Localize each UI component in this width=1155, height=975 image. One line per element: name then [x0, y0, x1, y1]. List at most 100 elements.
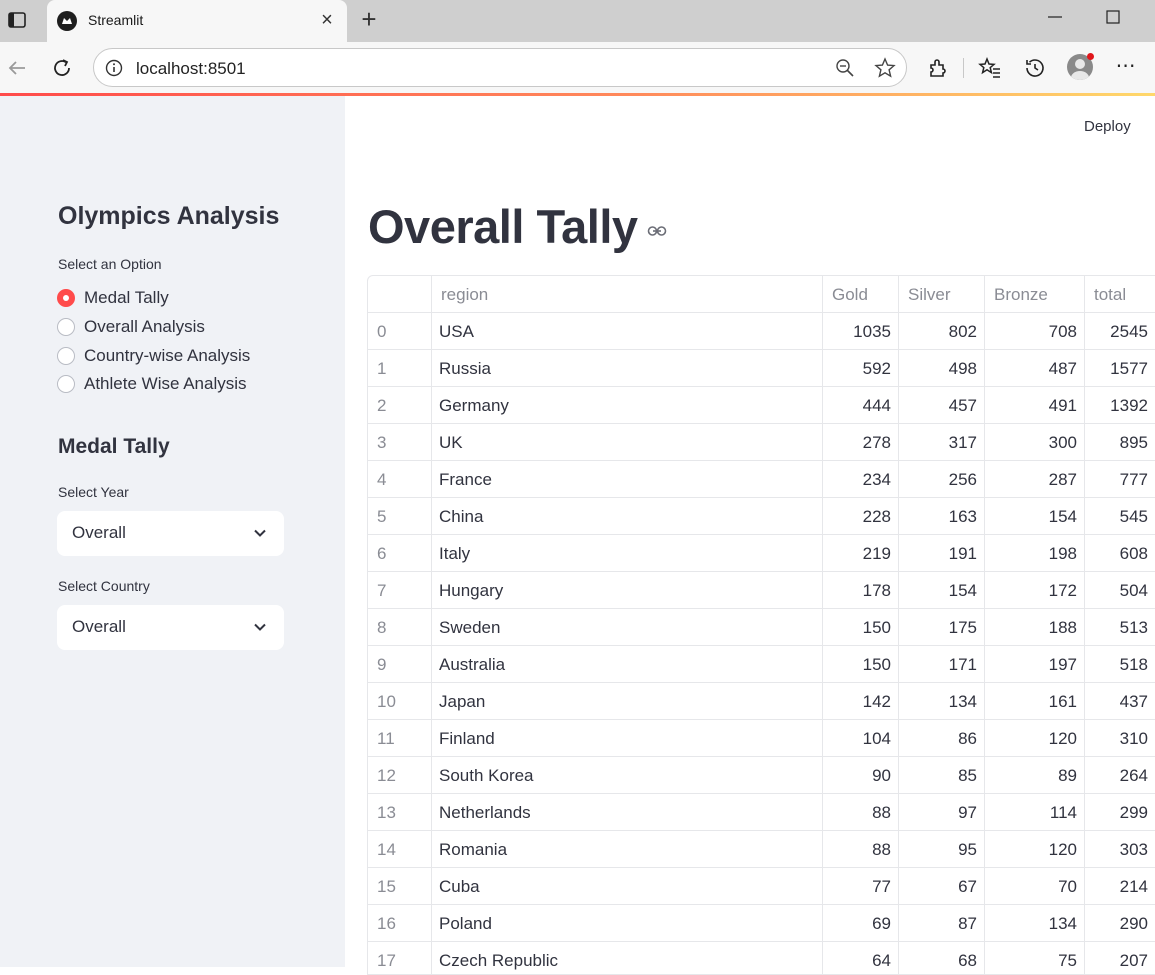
- gold-cell[interactable]: 90: [823, 757, 899, 794]
- gold-cell[interactable]: 64: [823, 942, 899, 974]
- region-cell[interactable]: Romania: [432, 831, 823, 868]
- gold-cell[interactable]: 77: [823, 868, 899, 905]
- silver-cell[interactable]: 87: [899, 905, 985, 942]
- radio-country-wise-analysis[interactable]: Country-wise Analysis: [57, 345, 250, 367]
- gold-cell[interactable]: 88: [823, 831, 899, 868]
- total-cell[interactable]: 504: [1085, 572, 1155, 609]
- row-index[interactable]: 12: [368, 757, 432, 794]
- total-cell[interactable]: 1577: [1085, 350, 1155, 387]
- bronze-cell[interactable]: 188: [985, 609, 1085, 646]
- table-row[interactable]: 2 Germany 444 457 491 1392: [368, 387, 1155, 424]
- region-cell[interactable]: Netherlands: [432, 794, 823, 831]
- region-cell[interactable]: Italy: [432, 535, 823, 572]
- row-index[interactable]: 5: [368, 498, 432, 535]
- region-cell[interactable]: Sweden: [432, 609, 823, 646]
- silver-cell[interactable]: 191: [899, 535, 985, 572]
- total-cell[interactable]: 1392: [1085, 387, 1155, 424]
- gold-cell[interactable]: 178: [823, 572, 899, 609]
- region-cell[interactable]: Germany: [432, 387, 823, 424]
- row-index[interactable]: 4: [368, 461, 432, 498]
- total-cell[interactable]: 290: [1085, 905, 1155, 942]
- silver-cell[interactable]: 256: [899, 461, 985, 498]
- url-text[interactable]: localhost:8501: [136, 59, 246, 79]
- new-tab-icon[interactable]: +: [358, 6, 380, 32]
- tab-actions-icon[interactable]: [7, 10, 27, 30]
- bronze-cell[interactable]: 120: [985, 720, 1085, 757]
- gold-cell[interactable]: 234: [823, 461, 899, 498]
- table-row[interactable]: 5 China 228 163 154 545: [368, 498, 1155, 535]
- gold-cell[interactable]: 444: [823, 387, 899, 424]
- region-cell[interactable]: Finland: [432, 720, 823, 757]
- radio-unselected-icon[interactable]: [57, 347, 75, 365]
- table-row[interactable]: 16 Poland 69 87 134 290: [368, 905, 1155, 942]
- silver-cell[interactable]: 163: [899, 498, 985, 535]
- row-index[interactable]: 17: [368, 942, 432, 974]
- region-cell[interactable]: Russia: [432, 350, 823, 387]
- column-header[interactable]: region: [432, 276, 823, 313]
- silver-cell[interactable]: 85: [899, 757, 985, 794]
- column-header[interactable]: Gold: [823, 276, 899, 313]
- table-row[interactable]: 11 Finland 104 86 120 310: [368, 720, 1155, 757]
- column-header[interactable]: total: [1085, 276, 1155, 313]
- silver-cell[interactable]: 86: [899, 720, 985, 757]
- region-cell[interactable]: Australia: [432, 646, 823, 683]
- region-cell[interactable]: Japan: [432, 683, 823, 720]
- total-cell[interactable]: 214: [1085, 868, 1155, 905]
- table-row[interactable]: 0 USA 1035 802 708 2545: [368, 313, 1155, 350]
- row-index[interactable]: 2: [368, 387, 432, 424]
- table-row[interactable]: 12 South Korea 90 85 89 264: [368, 757, 1155, 794]
- row-index[interactable]: 0: [368, 313, 432, 350]
- gold-cell[interactable]: 219: [823, 535, 899, 572]
- bronze-cell[interactable]: 70: [985, 868, 1085, 905]
- favorite-star-icon[interactable]: [874, 57, 896, 79]
- table-row[interactable]: 13 Netherlands 88 97 114 299: [368, 794, 1155, 831]
- table-row[interactable]: 9 Australia 150 171 197 518: [368, 646, 1155, 683]
- total-cell[interactable]: 513: [1085, 609, 1155, 646]
- silver-cell[interactable]: 154: [899, 572, 985, 609]
- column-header[interactable]: [368, 276, 432, 313]
- silver-cell[interactable]: 134: [899, 683, 985, 720]
- column-header[interactable]: Silver: [899, 276, 985, 313]
- total-cell[interactable]: 608: [1085, 535, 1155, 572]
- row-index[interactable]: 13: [368, 794, 432, 831]
- total-cell[interactable]: 299: [1085, 794, 1155, 831]
- radio-athlete-wise-analysis[interactable]: Athlete Wise Analysis: [57, 373, 247, 395]
- back-arrow-icon[interactable]: [5, 56, 29, 80]
- gold-cell[interactable]: 278: [823, 424, 899, 461]
- region-cell[interactable]: Czech Republic: [432, 942, 823, 974]
- table-row[interactable]: 10 Japan 142 134 161 437: [368, 683, 1155, 720]
- gold-cell[interactable]: 88: [823, 794, 899, 831]
- table-row[interactable]: 1 Russia 592 498 487 1577: [368, 350, 1155, 387]
- silver-cell[interactable]: 171: [899, 646, 985, 683]
- gold-cell[interactable]: 142: [823, 683, 899, 720]
- medal-tally-table[interactable]: region Gold Silver Bronze total 0 USA 1035…: [367, 275, 1155, 975]
- country-select[interactable]: Overall: [57, 605, 284, 650]
- gold-cell[interactable]: 69: [823, 905, 899, 942]
- silver-cell[interactable]: 317: [899, 424, 985, 461]
- row-index[interactable]: 8: [368, 609, 432, 646]
- row-index[interactable]: 9: [368, 646, 432, 683]
- silver-cell[interactable]: 802: [899, 313, 985, 350]
- total-cell[interactable]: 264: [1085, 757, 1155, 794]
- total-cell[interactable]: 207: [1085, 942, 1155, 974]
- row-index[interactable]: 16: [368, 905, 432, 942]
- row-index[interactable]: 15: [368, 868, 432, 905]
- total-cell[interactable]: 777: [1085, 461, 1155, 498]
- extensions-icon[interactable]: [926, 56, 950, 80]
- zoom-out-icon[interactable]: [835, 58, 855, 78]
- year-select[interactable]: Overall: [57, 511, 284, 556]
- region-cell[interactable]: USA: [432, 313, 823, 350]
- region-cell[interactable]: China: [432, 498, 823, 535]
- table-row[interactable]: 6 Italy 219 191 198 608: [368, 535, 1155, 572]
- table-row[interactable]: 17 Czech Republic 64 68 75 207: [368, 942, 1155, 974]
- region-cell[interactable]: Poland: [432, 905, 823, 942]
- radio-unselected-icon[interactable]: [57, 375, 75, 393]
- silver-cell[interactable]: 67: [899, 868, 985, 905]
- gold-cell[interactable]: 1035: [823, 313, 899, 350]
- table-row[interactable]: 4 France 234 256 287 777: [368, 461, 1155, 498]
- total-cell[interactable]: 518: [1085, 646, 1155, 683]
- table-row[interactable]: 15 Cuba 77 67 70 214: [368, 868, 1155, 905]
- column-header[interactable]: Bronze: [985, 276, 1085, 313]
- history-icon[interactable]: [1023, 56, 1047, 80]
- row-index[interactable]: 7: [368, 572, 432, 609]
